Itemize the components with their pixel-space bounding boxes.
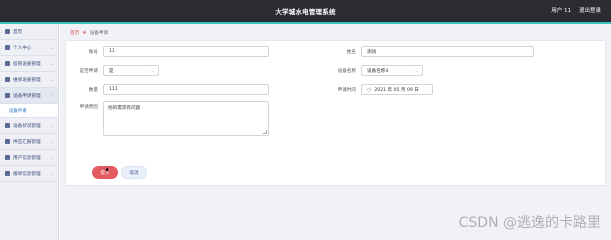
desc-label: 申请原因: [79, 105, 98, 110]
chevron-down-icon: ⌄: [50, 155, 54, 160]
form-card: 账号 11 姓名 测试 是否申请 是 ⌄ 设备名称 设备名称4 ⌄ 数量 111: [65, 40, 606, 186]
chevron-down-icon: ⌄: [50, 171, 54, 176]
chevron-down-icon: ⌄: [50, 45, 54, 50]
account-label: 账号: [88, 50, 98, 55]
page: 大学城水电管理系统 用户 11 退出登录 首页 个人中心 ⌄ 宿管设备管理 ⌄ …: [0, 0, 611, 240]
sidebar-item-dorm-devices[interactable]: 宿管设备管理 ⌄: [0, 56, 58, 72]
breadcrumb: 首页 ★ 设备申请: [70, 30, 108, 36]
name-value: 测试: [367, 49, 377, 55]
sidebar-item-repair-info[interactable]: 报修信息管理 ⌄: [0, 166, 58, 182]
count-input[interactable]: 111: [103, 84, 269, 95]
star-icon: ★: [82, 30, 87, 36]
cancel-button[interactable]: 取消: [121, 166, 147, 179]
sidebar-item-home[interactable]: 首页: [0, 24, 58, 40]
device-label: 设备名称: [337, 69, 356, 74]
wrench-icon: [5, 171, 10, 176]
breadcrumb-home[interactable]: 首页: [70, 30, 79, 36]
users-icon: [5, 155, 10, 160]
app-title: 大学城水电管理系统: [275, 8, 336, 16]
calendar-icon: ◷: [367, 86, 372, 93]
user-name[interactable]: 用户 11: [551, 6, 571, 14]
sidebar-item-label: 首页: [13, 29, 23, 35]
chevron-down-icon: ⌄: [414, 68, 418, 73]
status-icon: [5, 123, 10, 128]
name-label: 姓名: [346, 50, 356, 55]
desc-value: 他的需求有问题: [108, 106, 141, 111]
count-value: 111: [109, 87, 118, 92]
dorm-select[interactable]: 是 ⌄: [103, 65, 159, 76]
apply-icon: [5, 93, 10, 98]
sidebar-item-device-status[interactable]: 设备状况管理 ⌄: [0, 118, 58, 134]
count-label: 数量: [88, 88, 98, 93]
resize-handle-icon[interactable]: [263, 130, 267, 134]
sidebar-item-label: 设备申请管理: [13, 93, 41, 99]
sidebar-item-label: 设备申请: [9, 108, 27, 114]
logout-link[interactable]: 退出登录: [579, 6, 601, 14]
dorm-label: 是否申请: [79, 69, 98, 74]
chevron-up-icon: ⌃: [50, 93, 54, 98]
top-bar: 大学城水电管理系统 用户 11 退出登录: [0, 0, 611, 22]
chevron-down-icon: ⌄: [50, 139, 54, 144]
sidebar-item-device-apply[interactable]: 设备申请管理 ⌃: [0, 88, 58, 104]
chevron-down-icon: ⌄: [50, 77, 54, 82]
time-value: 2021 年 05 月 09 日: [374, 87, 419, 93]
dorm-value: 是: [109, 68, 114, 74]
sidebar-item-profile[interactable]: 个人中心 ⌄: [0, 40, 58, 56]
chevron-down-icon: ⌄: [150, 68, 154, 73]
sidebar-item-label: 报修信息管理: [13, 171, 41, 177]
chevron-down-icon: ⌄: [50, 61, 54, 66]
cancel-button-label: 取消: [129, 170, 139, 176]
main-content: 首页 ★ 设备申请 账号 11 姓名 测试 是否申请 是 ⌄ 设备名称 设备名称…: [60, 24, 611, 240]
watermark: CSDN @逃逸的卡路里: [458, 215, 601, 231]
chevron-down-icon: ⌄: [50, 123, 54, 128]
sidebar-item-user-info[interactable]: 用户信息管理 ⌄: [0, 150, 58, 166]
device-icon: [5, 61, 10, 66]
date-picker[interactable]: ◷ 2021 年 05 月 09 日: [361, 84, 433, 95]
name-input[interactable]: 测试: [361, 46, 534, 57]
sidebar-item-label: 用户信息管理: [13, 155, 41, 161]
grid-icon: [5, 77, 10, 82]
report-icon: [5, 139, 10, 144]
sidebar: 首页 个人中心 ⌄ 宿管设备管理 ⌄ 维修设备管理 ⌄ 设备申请管理 ⌃ 设备申…: [0, 24, 59, 240]
sidebar-item-label: 维修设备管理: [13, 77, 41, 83]
sidebar-subitem-device-apply[interactable]: 设备申请: [0, 104, 58, 118]
user-area: 用户 11 退出登录: [551, 6, 601, 14]
user-icon: [5, 45, 10, 50]
sidebar-item-repair-devices[interactable]: 维修设备管理 ⌄: [0, 72, 58, 88]
time-label: 申请时间: [337, 88, 356, 93]
account-value: 11: [109, 49, 115, 54]
home-icon: [5, 29, 10, 34]
device-select[interactable]: 设备名称4 ⌄: [361, 65, 423, 76]
desc-textarea[interactable]: 他的需求有问题: [103, 101, 269, 136]
breadcrumb-current: 设备申请: [89, 31, 109, 36]
sidebar-item-label: 宿管设备管理: [13, 61, 41, 67]
sidebar-item-label: 设备状况管理: [13, 123, 41, 129]
device-value: 设备名称4: [367, 68, 389, 74]
sidebar-item-supply-report[interactable]: 供应汇报管理 ⌄: [0, 134, 58, 150]
submit-button[interactable]: 提交: [92, 166, 118, 179]
sidebar-item-label: 供应汇报管理: [13, 139, 41, 145]
sidebar-item-label: 个人中心: [13, 45, 32, 51]
account-input[interactable]: 11: [103, 46, 269, 57]
